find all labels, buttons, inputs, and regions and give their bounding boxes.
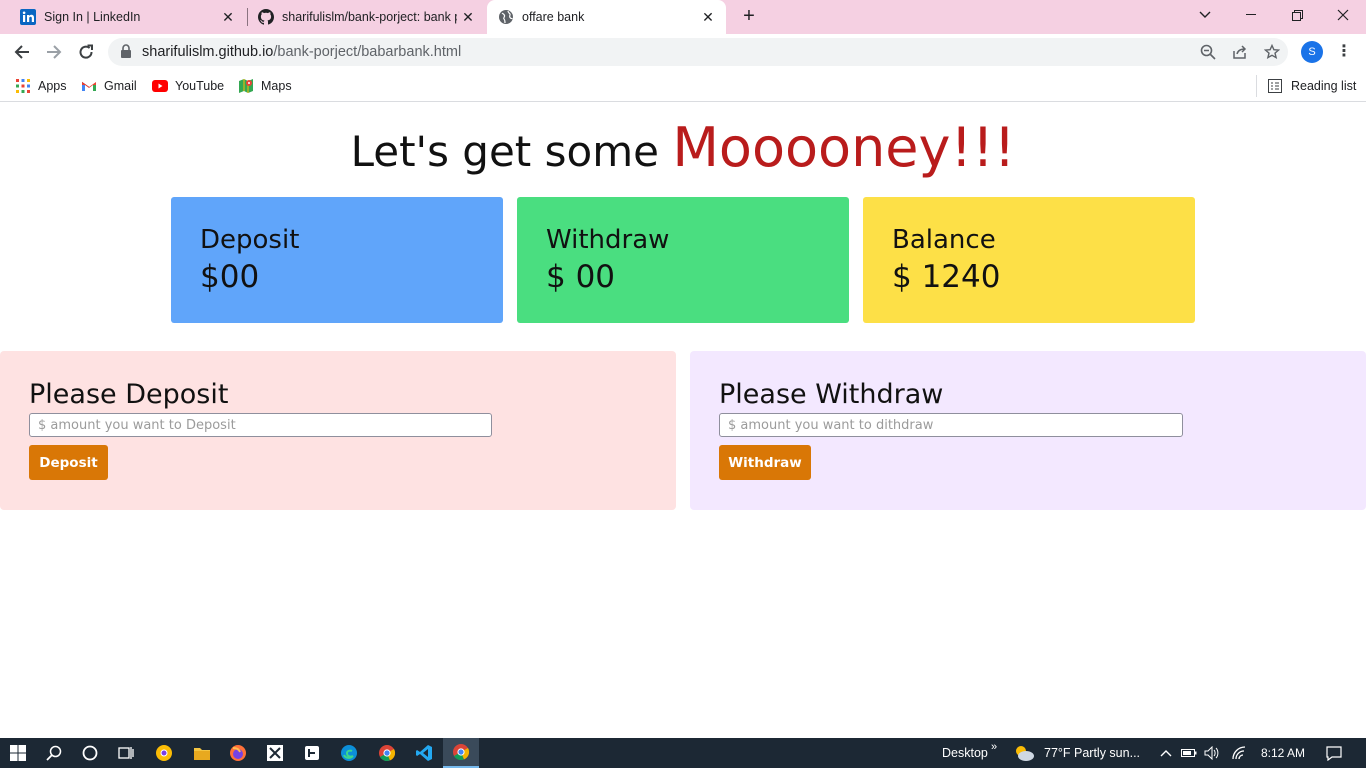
cortana-icon[interactable]: [72, 738, 108, 768]
windows-taskbar: Desktop » 77°F Partly sun... 8:12 AM: [0, 738, 1366, 768]
withdraw-input[interactable]: [719, 413, 1183, 437]
bookmark-label: YouTube: [175, 79, 225, 93]
reload-button[interactable]: [72, 38, 100, 66]
page-content: Let's get some Mooooney!!! Deposit $00 W…: [0, 103, 1366, 738]
tab-offare-bank[interactable]: offare bank ✕: [487, 0, 726, 34]
chevron-up-icon[interactable]: [1151, 738, 1181, 768]
withdraw-panel: Please Withdraw Withdraw: [690, 351, 1366, 510]
close-icon[interactable]: ✕: [700, 9, 716, 25]
minimize-icon[interactable]: [1228, 0, 1274, 30]
tab-strip: Sign In | LinkedIn ✕ sharifulislm/bank-p…: [0, 0, 1366, 34]
tab-linkedin[interactable]: Sign In | LinkedIn ✕: [0, 0, 246, 34]
withdraw-heading: Please Withdraw: [719, 379, 944, 410]
volume-icon[interactable]: [1200, 738, 1224, 768]
bookmark-apps[interactable]: Apps: [15, 77, 67, 95]
chrome-active-icon[interactable]: [443, 738, 479, 768]
close-window-icon[interactable]: [1320, 0, 1366, 30]
lock-icon: [120, 44, 132, 63]
github-icon: [258, 9, 274, 25]
back-button[interactable]: [8, 38, 36, 66]
desktop-toolbar-label[interactable]: Desktop: [942, 738, 988, 768]
youtube-icon: [152, 78, 168, 94]
arrow-right-icon: [47, 45, 62, 59]
forward-button[interactable]: [40, 38, 68, 66]
search-icon[interactable]: [36, 738, 72, 768]
withdraw-total: $ 00: [546, 259, 616, 295]
url-path: /bank-porject/babarbank.html: [273, 44, 462, 60]
balance-card-title: Balance: [892, 225, 996, 255]
weather-icon[interactable]: [1006, 738, 1042, 768]
wifi-icon[interactable]: [1226, 738, 1252, 768]
reading-list-icon: [1268, 79, 1282, 93]
apps-grid-icon: [15, 78, 31, 94]
share-icon[interactable]: [1230, 42, 1250, 62]
reading-list-label: Reading list: [1291, 79, 1357, 93]
bookmark-label: Apps: [38, 79, 67, 93]
withdraw-card-title: Withdraw: [546, 225, 670, 255]
tab-search-icon[interactable]: [1182, 0, 1228, 30]
url-host: sharifulislm.github.io: [142, 44, 274, 60]
profile-avatar[interactable]: S: [1301, 41, 1323, 63]
battery-icon[interactable]: [1178, 738, 1200, 768]
bookmark-label: Gmail: [104, 79, 137, 93]
url-text: sharifulislm.github.io/bank-porject/baba…: [142, 44, 461, 60]
browser-chrome: Sign In | LinkedIn ✕ sharifulislm/bank-p…: [0, 0, 1366, 103]
task-view-icon[interactable]: [108, 738, 144, 768]
chevron-right-icon[interactable]: »: [991, 732, 997, 762]
windows-start-icon[interactable]: [0, 738, 36, 768]
headline-prefix: Let's get some: [350, 127, 659, 176]
linkedin-icon: [20, 9, 36, 25]
new-tab-button[interactable]: +: [738, 5, 760, 27]
address-bar[interactable]: sharifulislm.github.io/bank-porject/baba…: [108, 38, 1288, 66]
globe-icon: [498, 9, 514, 25]
snipping-tool-icon[interactable]: [257, 738, 293, 768]
deposit-button[interactable]: Deposit: [29, 445, 108, 480]
tab-github[interactable]: sharifulislm/bank-porject: bank p ✕: [248, 0, 486, 34]
tab-title: offare bank: [522, 10, 585, 24]
gmail-icon: [81, 78, 97, 94]
clock[interactable]: 8:12 AM: [1261, 738, 1305, 768]
menu-dots-icon[interactable]: ⋮: [1334, 42, 1354, 62]
zoom-icon[interactable]: [1198, 42, 1218, 62]
close-icon[interactable]: ✕: [220, 9, 236, 25]
withdraw-button[interactable]: Withdraw: [719, 445, 811, 480]
bookmark-youtube[interactable]: YouTube: [152, 77, 224, 95]
deposit-card: Deposit $00: [171, 197, 503, 323]
bookmark-label: Maps: [261, 79, 292, 93]
balance-total: $ 1240: [892, 259, 1001, 295]
deposit-input[interactable]: [29, 413, 492, 437]
withdraw-card: Withdraw $ 00: [517, 197, 849, 323]
restore-icon[interactable]: [1274, 0, 1320, 30]
maps-icon: [238, 78, 254, 94]
firefox-icon[interactable]: [220, 738, 256, 768]
deposit-heading: Please Deposit: [29, 379, 229, 410]
weather-text[interactable]: 77°F Partly sun...: [1044, 738, 1140, 768]
close-icon[interactable]: ✕: [460, 9, 476, 25]
star-icon[interactable]: [1262, 42, 1282, 62]
notification-icon[interactable]: [1316, 738, 1352, 768]
chrome-icon[interactable]: [369, 738, 405, 768]
page-title: Let's get some Mooooney!!!: [0, 117, 1366, 179]
chrome-canary-icon[interactable]: [146, 738, 182, 768]
arrow-left-icon: [14, 45, 29, 59]
file-explorer-icon[interactable]: [184, 738, 220, 768]
tab-title: Sign In | LinkedIn: [44, 10, 141, 24]
deposit-panel: Please Deposit Deposit: [0, 351, 676, 510]
tab-title: sharifulislm/bank-porject: bank p: [282, 10, 457, 24]
reading-list-button[interactable]: Reading list: [1256, 75, 1356, 97]
reload-icon: [79, 44, 93, 59]
vscode-icon[interactable]: [406, 738, 442, 768]
bookmarks-bar: Apps Gmail YouTube Maps Reading list: [0, 70, 1366, 102]
browser-toolbar: sharifulislm.github.io/bank-porject/baba…: [0, 34, 1366, 70]
bookmark-gmail[interactable]: Gmail: [81, 77, 137, 95]
deposit-card-title: Deposit: [200, 225, 300, 255]
bookmark-maps[interactable]: Maps: [238, 77, 292, 95]
headline-money: Mooooney!!!: [672, 116, 1016, 179]
edge-icon[interactable]: [331, 738, 367, 768]
app-icon[interactable]: [294, 738, 330, 768]
deposit-total: $00: [200, 259, 260, 295]
balance-card: Balance $ 1240: [863, 197, 1195, 323]
